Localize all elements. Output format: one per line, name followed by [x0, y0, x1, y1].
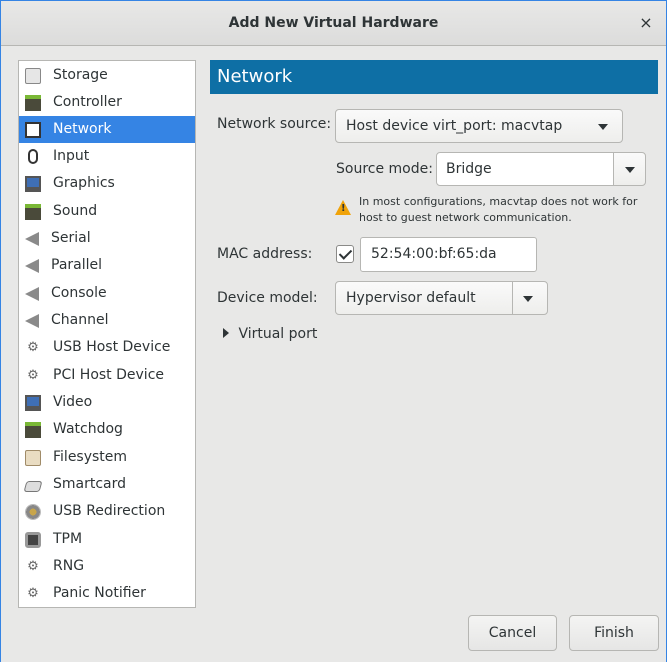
network-source-label: Network source:	[217, 116, 332, 132]
mac-address-checkbox[interactable]	[336, 245, 354, 263]
parallel-port-icon	[25, 258, 39, 273]
mac-address-label: MAC address:	[217, 246, 313, 262]
network-source-dropdown[interactable]: Host device virt_port: macvtap	[335, 109, 623, 143]
sidebar-item-watchdog[interactable]: Watchdog	[19, 416, 195, 443]
sidebar-item-label: Input	[53, 148, 90, 164]
sidebar-item-label: Network	[53, 121, 112, 137]
sidebar-item-network[interactable]: Network	[19, 116, 195, 143]
network-source-value: Host device virt_port: macvtap	[346, 118, 563, 134]
sidebar-item-rng[interactable]: ⚙ RNG	[19, 553, 195, 580]
channel-icon	[25, 313, 39, 328]
sidebar-item-input[interactable]: Input	[19, 143, 195, 170]
monitor-icon	[25, 175, 41, 192]
section-header: Network	[210, 60, 658, 94]
mac-address-input[interactable]: 52:54:00:bf:65:da	[360, 237, 537, 272]
sidebar-item-parallel[interactable]: Parallel	[19, 252, 195, 279]
finish-button[interactable]: Finish	[569, 615, 659, 651]
mouse-icon	[28, 149, 38, 164]
panic-notifier-icon: ⚙	[27, 585, 39, 601]
sidebar-item-usb-host-device[interactable]: ⚙ USB Host Device	[19, 334, 195, 361]
sidebar-item-label: Parallel	[51, 257, 103, 273]
sidebar-item-label: Panic Notifier	[53, 585, 146, 601]
mac-address-value: 52:54:00:bf:65:da	[371, 246, 497, 262]
sidebar-item-label: PCI Host Device	[53, 367, 165, 383]
sidebar-item-label: Serial	[51, 230, 91, 246]
sidebar-item-filesystem[interactable]: Filesystem	[19, 444, 195, 471]
sidebar-item-label: Video	[53, 394, 93, 410]
titlebar: Add New Virtual Hardware ×	[1, 1, 666, 46]
watchdog-icon	[25, 421, 41, 438]
tpm-chip-icon	[25, 531, 41, 548]
sidebar-item-controller[interactable]: Controller	[19, 89, 195, 116]
controller-icon	[25, 94, 41, 111]
sidebar-item-label: Watchdog	[53, 421, 123, 437]
sidebar-item-label: Graphics	[53, 175, 115, 191]
serial-port-icon	[25, 231, 39, 246]
cancel-button[interactable]: Cancel	[468, 615, 557, 651]
source-mode-input[interactable]: Bridge	[436, 152, 614, 186]
folder-icon	[25, 449, 41, 466]
device-model-label: Device model:	[217, 290, 318, 306]
sidebar-item-label: Sound	[53, 203, 98, 219]
sidebar-item-graphics[interactable]: Graphics	[19, 170, 195, 197]
sidebar-item-sound[interactable]: Sound	[19, 198, 195, 225]
storage-icon	[25, 67, 41, 84]
sidebar-item-label: Channel	[51, 312, 109, 328]
chevron-down-icon	[523, 296, 533, 302]
dialog-title: Add New Virtual Hardware	[228, 15, 439, 31]
sidebar-item-label: Storage	[53, 67, 108, 83]
sidebar-item-tpm[interactable]: TPM	[19, 526, 195, 553]
sidebar-item-channel[interactable]: Channel	[19, 307, 195, 334]
sidebar-item-panic-notifier[interactable]: ⚙ Panic Notifier	[19, 580, 195, 607]
sidebar-item-label: RNG	[53, 558, 85, 574]
sidebar-item-pci-host-device[interactable]: ⚙ PCI Host Device	[19, 362, 195, 389]
sidebar-item-usb-redirection[interactable]: USB Redirection	[19, 498, 195, 525]
sidebar-item-label: USB Redirection	[53, 503, 166, 519]
macvtap-warning-text: In most configurations, macvtap does not…	[359, 195, 638, 224]
add-hardware-dialog: Add New Virtual Hardware × Storage Contr…	[0, 0, 667, 662]
chevron-down-icon	[625, 167, 635, 173]
console-icon	[25, 286, 39, 301]
network-icon	[25, 121, 41, 138]
warning-icon-mark: !	[341, 203, 346, 214]
source-mode-dropdown-button[interactable]	[613, 152, 646, 186]
hardware-type-list: Storage Controller Network Input Graphic…	[18, 60, 196, 608]
usb-redirection-icon	[25, 503, 41, 520]
sidebar-item-label: Console	[51, 285, 107, 301]
pci-device-icon: ⚙	[27, 367, 39, 383]
smartcard-icon	[23, 480, 43, 492]
sidebar-item-label: Filesystem	[53, 449, 128, 465]
checkmark-icon	[338, 246, 353, 260]
rng-icon: ⚙	[27, 558, 39, 574]
chevron-down-icon	[598, 124, 608, 130]
sidebar-item-video[interactable]: Video	[19, 389, 195, 416]
sidebar-item-console[interactable]: Console	[19, 280, 195, 307]
source-mode-label: Source mode:	[336, 161, 433, 177]
device-model-value: Hypervisor default	[346, 290, 476, 306]
sidebar-item-label: TPM	[53, 531, 83, 547]
sidebar-item-storage[interactable]: Storage	[19, 62, 195, 89]
source-mode-value: Bridge	[446, 161, 492, 177]
virtual-port-expander[interactable]: Virtual port	[223, 326, 317, 342]
close-icon[interactable]: ×	[634, 11, 658, 35]
sidebar-item-smartcard[interactable]: Smartcard	[19, 471, 195, 498]
usb-device-icon: ⚙	[27, 339, 39, 355]
video-monitor-icon	[25, 394, 41, 411]
device-model-dropdown[interactable]: Hypervisor default	[335, 281, 548, 315]
virtual-port-label: Virtual port	[238, 326, 318, 342]
expander-arrow-icon	[223, 328, 229, 338]
sidebar-item-serial[interactable]: Serial	[19, 225, 195, 252]
sidebar-item-label: USB Host Device	[53, 339, 171, 355]
sound-card-icon	[25, 203, 41, 220]
sidebar-item-label: Smartcard	[53, 476, 127, 492]
sidebar-item-label: Controller	[53, 94, 122, 110]
dropdown-divider	[512, 282, 513, 314]
